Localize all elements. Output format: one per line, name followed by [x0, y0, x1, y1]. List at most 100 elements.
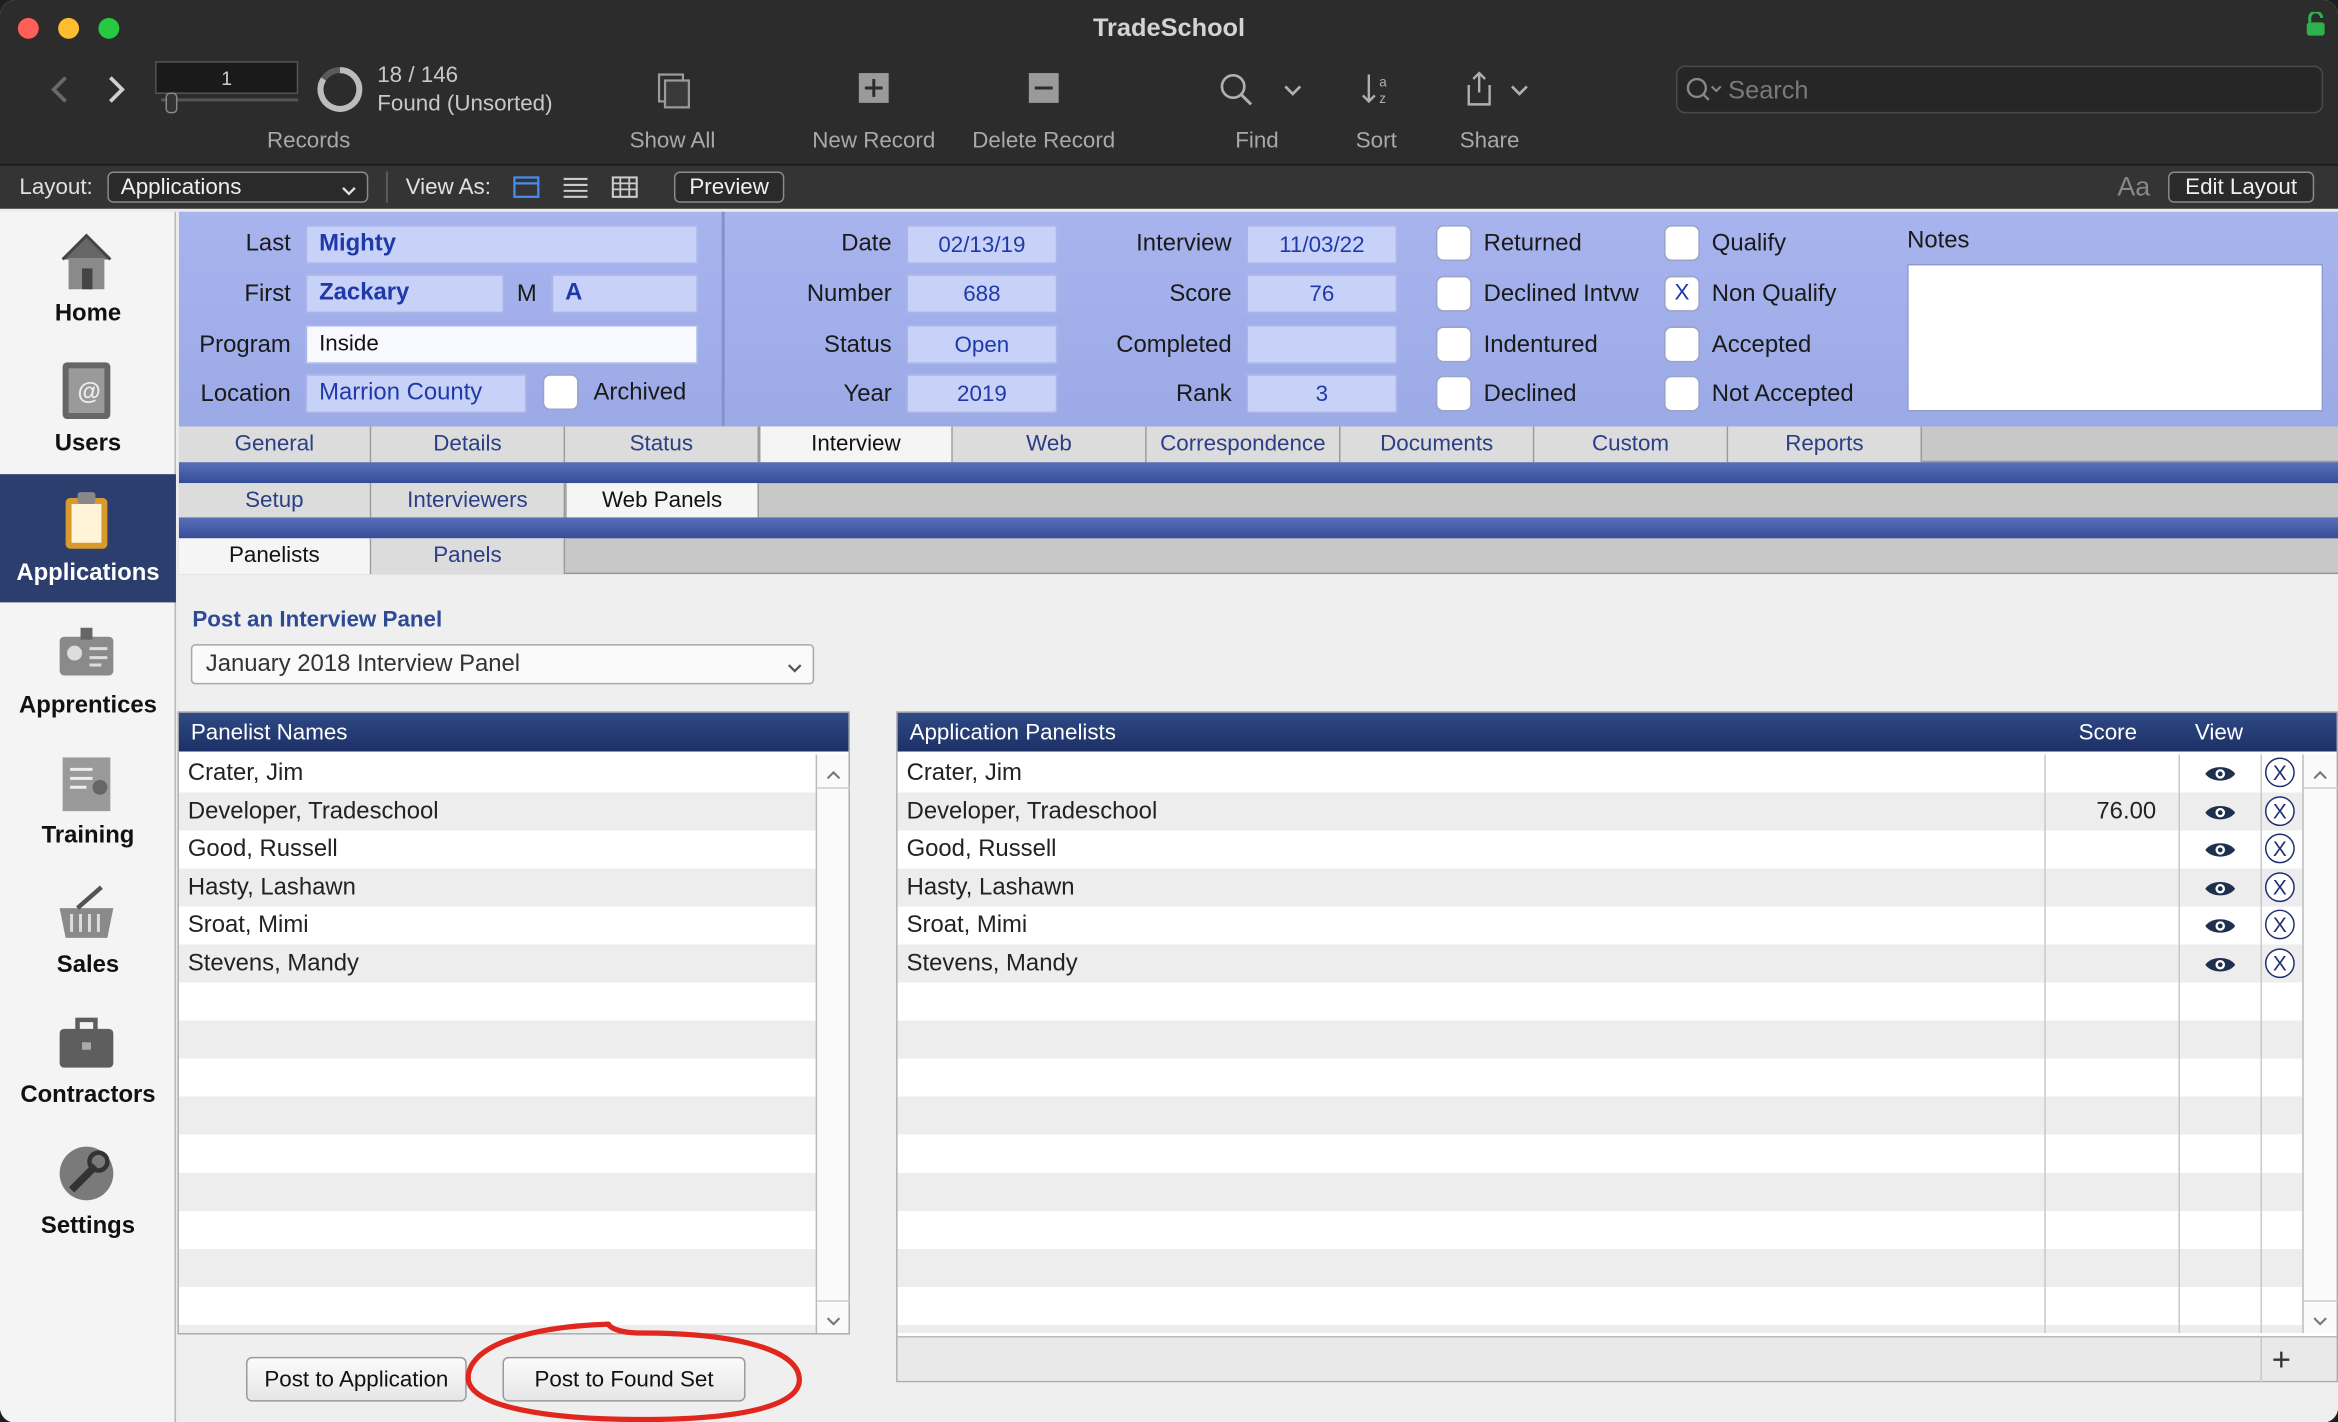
record-number-input[interactable]: 1	[155, 61, 299, 94]
declined-intvw-checkbox[interactable]	[1435, 275, 1472, 312]
status-field[interactable]: Open	[906, 325, 1058, 364]
chevron-up-icon[interactable]	[825, 763, 843, 780]
scrollbar[interactable]	[815, 754, 850, 1334]
tab-interviewers[interactable]: Interviewers	[371, 483, 566, 519]
list-item[interactable]: Stevens, Mandy	[179, 945, 368, 983]
panelist-name[interactable]: Crater, Jim	[898, 754, 2031, 792]
tab-panels[interactable]: Panels	[371, 538, 566, 575]
notes-field[interactable]	[1907, 263, 2324, 412]
sidebar-item-settings[interactable]: Settings	[0, 1127, 176, 1255]
tab-correspondence[interactable]: Correspondence	[1146, 426, 1341, 463]
date-field[interactable]: 02/13/19	[906, 225, 1058, 264]
not-accepted-checkbox[interactable]	[1664, 375, 1700, 412]
tab-web[interactable]: Web	[952, 426, 1147, 463]
text-size-icon[interactable]: Aa	[2117, 171, 2150, 202]
indentured-checkbox[interactable]	[1435, 326, 1472, 363]
preview-button[interactable]: Preview	[673, 171, 785, 203]
number-field[interactable]: 688	[906, 274, 1058, 314]
sidebar-item-home[interactable]: Home	[0, 215, 176, 343]
new-record-icon[interactable]	[857, 72, 890, 105]
sidebar-item-users[interactable]: @ Users	[0, 344, 176, 472]
archived-checkbox[interactable]	[542, 374, 579, 411]
delete-record-icon[interactable]	[1027, 72, 1060, 105]
find-dropdown-chevron-icon[interactable]	[1282, 81, 1303, 99]
list-item[interactable]: Hasty, Lashawn	[179, 869, 365, 907]
rank-field[interactable]: 3	[1246, 374, 1398, 414]
year-field[interactable]: 2019	[906, 374, 1058, 414]
eye-icon[interactable]	[2204, 954, 2237, 975]
list-item[interactable]: Good, Russell	[179, 831, 347, 869]
middle-initial-field[interactable]: A	[551, 274, 698, 314]
next-record-icon[interactable]	[101, 72, 131, 108]
sidebar-item-applications[interactable]: Applications	[0, 474, 176, 603]
form-view-icon[interactable]	[513, 176, 540, 198]
tab-panelists[interactable]: Panelists	[178, 538, 372, 575]
qualify-checkbox[interactable]	[1664, 225, 1700, 261]
score-field[interactable]: 76	[1246, 274, 1398, 314]
sort-button[interactable]: Sort	[1332, 128, 1421, 153]
post-to-application-button[interactable]: Post to Application	[246, 1356, 467, 1402]
remove-panelist-button[interactable]: X	[2264, 757, 2295, 788]
chevron-up-icon[interactable]	[2311, 763, 2329, 780]
panelist-name[interactable]: Sroat, Mimi	[898, 907, 2031, 945]
sort-icon[interactable]: az	[1360, 72, 1396, 108]
show-all-icon[interactable]	[653, 72, 692, 111]
eye-icon[interactable]	[2204, 916, 2237, 937]
returned-checkbox[interactable]	[1435, 225, 1472, 261]
new-record-button[interactable]: New Record	[799, 128, 948, 153]
list-item[interactable]: Sroat, Mimi	[179, 907, 318, 945]
delete-record-button[interactable]: Delete Record	[954, 128, 1133, 153]
remove-panelist-button[interactable]: X	[2264, 909, 2295, 940]
tab-interview[interactable]: Interview	[758, 426, 953, 463]
tab-general[interactable]: General	[178, 426, 372, 463]
tab-custom[interactable]: Custom	[1534, 426, 1729, 463]
chevron-down-icon[interactable]	[825, 1309, 843, 1326]
location-field[interactable]: Marrion County	[305, 374, 527, 414]
table-view-icon[interactable]	[611, 176, 638, 198]
search-input[interactable]: Search	[1675, 65, 2324, 114]
remove-panelist-button[interactable]: X	[2264, 871, 2295, 902]
sidebar-item-apprentices[interactable]: Apprentices	[0, 607, 176, 735]
tab-status[interactable]: Status	[565, 426, 759, 463]
remove-panelist-button[interactable]: X	[2264, 947, 2295, 978]
list-item[interactable]: Crater, Jim	[179, 754, 312, 792]
first-name-field[interactable]: Zackary	[305, 274, 504, 314]
panelist-name[interactable]: Developer, Tradeschool	[898, 793, 2031, 831]
last-name-field[interactable]: Mighty	[305, 225, 698, 264]
eye-icon[interactable]	[2204, 801, 2237, 822]
panelist-name[interactable]: Stevens, Mandy	[898, 945, 2031, 983]
tab-details[interactable]: Details	[371, 426, 566, 463]
remove-panelist-button[interactable]: X	[2264, 833, 2295, 864]
scrollbar[interactable]	[2302, 754, 2338, 1334]
sidebar-item-sales[interactable]: Sales	[0, 866, 176, 994]
panelist-name[interactable]: Good, Russell	[898, 831, 2031, 869]
tab-web-panels[interactable]: Web Panels	[565, 483, 759, 519]
remove-panelist-button[interactable]: X	[2264, 795, 2295, 826]
add-panelist-button[interactable]: +	[2265, 1340, 2298, 1377]
list-view-icon[interactable]	[562, 176, 589, 198]
tab-setup[interactable]: Setup	[178, 483, 372, 519]
interview-panel-select[interactable]: January 2018 Interview Panel	[190, 644, 815, 685]
panelist-name[interactable]: Hasty, Lashawn	[898, 869, 2031, 907]
completed-field[interactable]	[1246, 325, 1398, 364]
share-button[interactable]: Share	[1445, 128, 1534, 153]
eye-icon[interactable]	[2204, 839, 2237, 860]
edit-layout-button[interactable]: Edit Layout	[2168, 171, 2315, 203]
record-slider[interactable]	[161, 92, 299, 114]
find-icon[interactable]	[1218, 72, 1254, 108]
accepted-checkbox[interactable]	[1664, 326, 1700, 363]
chevron-down-icon[interactable]	[2311, 1309, 2329, 1326]
find-button[interactable]: Find	[1197, 128, 1316, 153]
tab-documents[interactable]: Documents	[1340, 426, 1535, 463]
program-field[interactable]: Inside	[305, 325, 698, 364]
eye-icon[interactable]	[2204, 878, 2237, 899]
interview-date-field[interactable]: 11/03/22	[1246, 225, 1398, 264]
list-item[interactable]: Developer, Tradeschool	[179, 793, 448, 831]
share-dropdown-chevron-icon[interactable]	[1509, 81, 1530, 99]
non-qualify-checkbox[interactable]: X	[1664, 275, 1700, 312]
share-icon[interactable]	[1463, 70, 1496, 109]
sidebar-item-training[interactable]: Training	[0, 737, 176, 865]
declined-checkbox[interactable]	[1435, 375, 1472, 412]
show-all-button[interactable]: Show All	[598, 128, 747, 153]
tab-reports[interactable]: Reports	[1728, 426, 1923, 463]
